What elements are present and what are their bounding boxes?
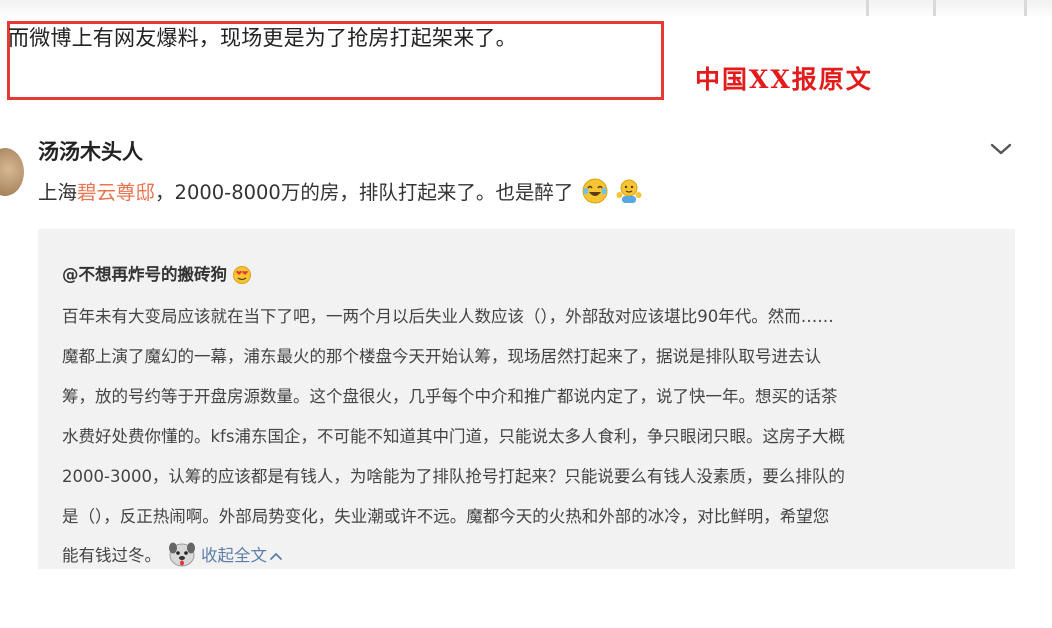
repost-line: 是（），反正热闹啊。外部局势变化，失业潮或许不远。魔都今天的火热和外部的冰冷，对…: [62, 507, 830, 526]
avatar[interactable]: [0, 148, 24, 196]
chevron-down-icon[interactable]: [988, 138, 1014, 160]
chevron-up-icon[interactable]: [269, 550, 283, 562]
repost-line: 水费好处费你懂的。kfs浦东国企，不可能不知道其中门道，只能说太多人食利，争只眼…: [62, 427, 845, 446]
topic-link[interactable]: 碧云尊邸: [77, 181, 155, 204]
ghost-mark: [933, 0, 936, 16]
quote-caption: 而微博上有网友爆料，现场更是为了抢房打起架来了。: [8, 26, 517, 50]
post-text: 上海碧云尊邸，2000-8000万的房，排队打起来了。也是醉了: [38, 176, 642, 205]
ghost-mark: [1024, 0, 1027, 16]
collapse-label[interactable]: 收起全文: [201, 546, 267, 565]
repost-line: 魔都上演了魔幻的一幕，浦东最火的那个楼盘今天开始认筹，现场居然打起来了，据说是排…: [62, 347, 821, 366]
laughing-crying-emoji-icon: [582, 178, 608, 204]
post-text-suffix: ，2000-8000万的房，排队打起来了。也是醉了: [155, 181, 574, 204]
collapse-link[interactable]: 收起全文: [201, 546, 283, 565]
post-text-prefix: 上海: [38, 181, 78, 204]
repost-line: 百年未有大变局应该就在当下了吧，一两个月以后失业人数应该（），外部敌对应该堪比9…: [62, 307, 834, 326]
repost-last-line: 能有钱过冬。 收起全文: [62, 541, 283, 567]
repost-line: 2000-3000，认筹的应该都是有钱人，为啥能为了排队抢号打起来？只能说要么有…: [62, 467, 845, 486]
repost-line: 筹，放的号约等于开盘房源数量。这个盘很火，几乎每个中介和推广都说内定了，说了快一…: [62, 387, 838, 406]
repost-author: @不想再炸号的搬砖狗: [62, 261, 253, 285]
repost-card[interactable]: @不想再炸号的搬砖狗 百年未有大变局应该就在当下了吧，一两个月以后失业人数应该（…: [38, 229, 1015, 569]
dog-emoji-icon: [169, 542, 195, 567]
ghost-mark: [866, 0, 869, 16]
repost-last-text: 能有钱过冬。: [62, 546, 161, 565]
top-cutoff-strip: [0, 0, 1052, 18]
source-label: 中国XX报原文: [695, 65, 873, 94]
heart-eyes-emoji-icon: [233, 266, 251, 284]
repost-author-name[interactable]: @不想再炸号的搬砖狗: [62, 265, 227, 284]
shrug-emoji-icon: [616, 179, 642, 203]
post-author[interactable]: 汤汤木头人: [38, 136, 143, 166]
